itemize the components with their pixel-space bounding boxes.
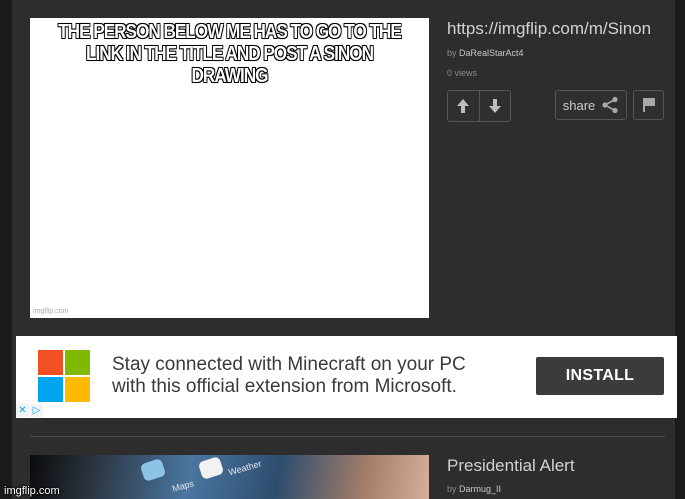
- imgflip-watermark: imgflip.com: [4, 485, 60, 497]
- maps-label: Maps: [171, 478, 195, 494]
- close-icon[interactable]: ✕: [16, 404, 29, 417]
- microsoft-logo: [38, 350, 90, 402]
- install-button[interactable]: INSTALL: [536, 357, 664, 395]
- page-left-edge: [0, 0, 12, 499]
- ad-choices: ✕ ▷: [16, 404, 43, 417]
- meme-caption-line-1: THE PERSON BELOW ME HAS TO GO TO THE: [58, 20, 403, 43]
- by-label: by: [447, 48, 457, 58]
- flag-button[interactable]: [633, 90, 664, 120]
- image-watermark: imgflip.com: [33, 308, 69, 315]
- post-title-2[interactable]: Presidential Alert: [447, 456, 575, 476]
- meme-caption: THE PERSON BELOW ME HAS TO GO TO THE LIN…: [58, 20, 403, 87]
- logo-square-green: [65, 350, 90, 375]
- weather-label: Weather: [227, 458, 263, 478]
- arrow-down-icon: [488, 99, 501, 113]
- logo-square-yellow: [65, 377, 90, 402]
- meme-image-2[interactable]: Maps Weather: [30, 455, 429, 499]
- meme-caption-line-2: LINK IN THE TITLE AND POST A SINON DRAWI…: [85, 42, 374, 87]
- share-button[interactable]: share: [555, 90, 627, 120]
- share-icon: [602, 96, 618, 114]
- post-byline: by DaRealStarAct4: [447, 48, 524, 58]
- adchoices-icon[interactable]: ▷: [30, 404, 43, 417]
- upvote-button[interactable]: [448, 91, 479, 121]
- ad-text-line-1: Stay connected with Minecraft on your PC: [112, 354, 466, 375]
- post-title-link[interactable]: https://imgflip.com/m/Sinon: [447, 19, 651, 39]
- post-byline-2: by Darmug_II: [447, 484, 501, 494]
- vote-buttons: [447, 90, 511, 122]
- logo-square-blue: [38, 377, 63, 402]
- post-divider: [30, 436, 665, 437]
- app-icon: [197, 456, 225, 480]
- downvote-button[interactable]: [478, 91, 511, 121]
- author-link-2[interactable]: Darmug_II: [459, 484, 501, 494]
- arrow-up-icon: [457, 99, 470, 113]
- advertisement-banner[interactable]: Stay connected with Minecraft on your PC…: [16, 336, 677, 418]
- page-right-edge: [675, 0, 685, 499]
- ad-text-line-2: with this official extension from Micros…: [112, 376, 457, 397]
- by-label: by: [447, 484, 457, 494]
- app-icon: [139, 458, 167, 482]
- flag-icon: [642, 98, 655, 112]
- ad-text: Stay connected with Minecraft on your PC…: [112, 354, 532, 398]
- meme-image[interactable]: THE PERSON BELOW ME HAS TO GO TO THE LIN…: [30, 18, 429, 318]
- author-link[interactable]: DaRealStarAct4: [459, 48, 524, 58]
- logo-square-red: [38, 350, 63, 375]
- share-label: share: [562, 97, 596, 113]
- view-count: 0 views: [447, 68, 478, 78]
